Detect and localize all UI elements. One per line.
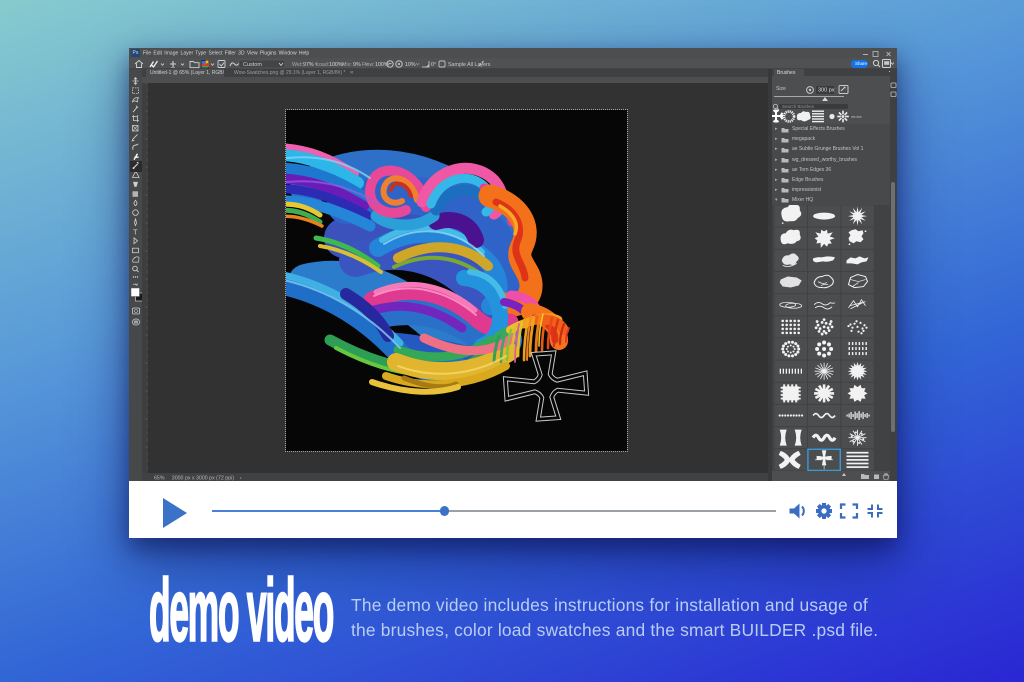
svg-text:Mix:: Mix: [342,62,352,68]
svg-text:Load:: Load: [316,62,329,68]
svg-text:97%: 97% [303,62,314,68]
svg-text:Sample All Layers: Sample All Layers [448,62,491,68]
svg-text:Flow:: Flow: [362,62,375,68]
svg-text:Custom: Custom [243,62,262,68]
svg-text:Wet:: Wet: [292,62,303,68]
svg-text:10%: 10% [405,62,416,68]
svg-text:T: T [133,227,138,236]
svg-text:stroke: stroke [851,114,863,119]
svg-text:0°: 0° [431,62,436,68]
svg-text:100%: 100% [329,62,343,68]
svg-text:9%: 9% [353,62,361,68]
